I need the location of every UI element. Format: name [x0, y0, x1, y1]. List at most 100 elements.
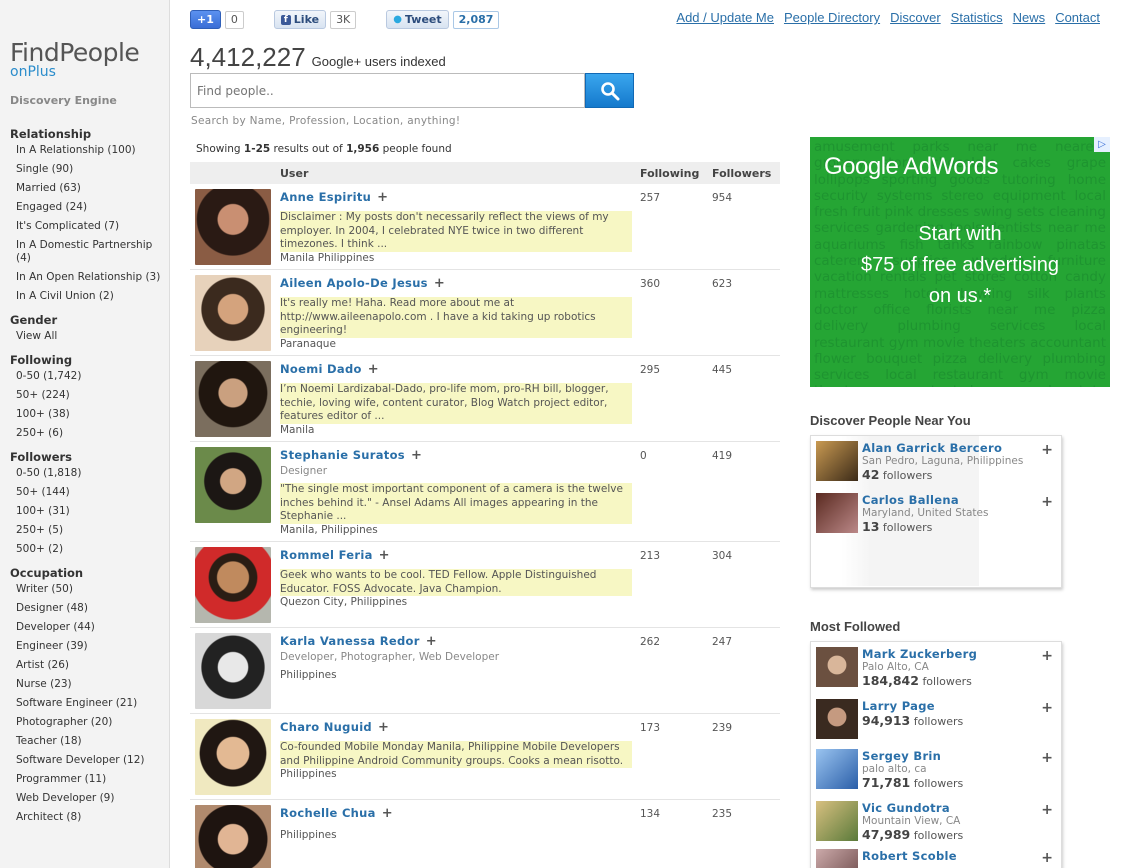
following-count: 262: [640, 636, 661, 648]
facet-link[interactable]: Single (90): [10, 163, 169, 176]
person-thumb[interactable]: [816, 801, 858, 841]
search-button[interactable]: [585, 73, 634, 108]
gplus-icon[interactable]: +1: [190, 10, 221, 29]
user-name-link[interactable]: Karla Vanessa Redor: [280, 634, 420, 648]
facet-link[interactable]: Artist (26): [10, 659, 169, 672]
facet-link[interactable]: Programmer (11): [10, 773, 169, 786]
facet-link[interactable]: Married (63): [10, 182, 169, 195]
plus-icon[interactable]: +: [1041, 442, 1053, 458]
person-thumb[interactable]: [816, 441, 858, 481]
nav-link[interactable]: Contact: [1055, 10, 1100, 25]
user-name-link[interactable]: Charo Nuguid: [280, 720, 372, 734]
facet-link[interactable]: 0-50 (1,818): [10, 467, 169, 480]
person-name-link[interactable]: Sergey Brin: [862, 749, 963, 763]
plus-icon[interactable]: +: [1041, 802, 1053, 818]
nav-link[interactable]: Statistics: [951, 10, 1003, 25]
facet-link[interactable]: Photographer (20): [10, 716, 169, 729]
facet-link[interactable]: Nurse (23): [10, 678, 169, 691]
avatar[interactable]: [195, 633, 271, 709]
person-name-link[interactable]: Larry Page: [862, 699, 963, 713]
user-location: Paranaque: [280, 337, 336, 350]
facet-link[interactable]: 500+ (2): [10, 543, 169, 556]
avatar[interactable]: [195, 547, 271, 623]
facet-link[interactable]: 100+ (31): [10, 505, 169, 518]
facet-link[interactable]: 250+ (6): [10, 427, 169, 440]
header-followers[interactable]: Followers: [712, 167, 771, 180]
person-name-link[interactable]: Mark Zuckerberg: [862, 647, 977, 661]
person-name-link[interactable]: Carlos Ballena: [862, 493, 988, 507]
plus-icon[interactable]: +: [1041, 850, 1053, 866]
nav-link[interactable]: Add / Update Me: [676, 10, 774, 25]
plus-icon[interactable]: +: [1041, 648, 1053, 664]
user-name-link[interactable]: Anne Espiritu: [280, 190, 371, 204]
twitter-share[interactable]: ● Tweet 2,087: [386, 10, 500, 29]
facebook-like-button[interactable]: f Like: [273, 10, 327, 29]
avatar[interactable]: [195, 447, 271, 523]
person-name-link[interactable]: Vic Gundotra: [862, 801, 963, 815]
logo[interactable]: FindPeople onPlus: [10, 40, 169, 81]
header-following[interactable]: Following: [640, 167, 712, 180]
plus-icon[interactable]: +: [377, 190, 388, 205]
plus-icon[interactable]: +: [411, 448, 422, 463]
facet-link[interactable]: 50+ (144): [10, 486, 169, 499]
gplus-count: 0: [224, 10, 244, 29]
search-input[interactable]: [190, 73, 585, 108]
plus-icon[interactable]: +: [1041, 494, 1053, 510]
search-hint: Search by Name, Profession, Location, an…: [191, 115, 461, 127]
adchoices-icon[interactable]: ▷: [1094, 137, 1110, 152]
person-thumb[interactable]: [816, 647, 858, 687]
plus-icon[interactable]: +: [379, 548, 390, 563]
facebook-share[interactable]: f Like 3K: [273, 10, 357, 29]
avatar[interactable]: [195, 719, 271, 795]
facet-link[interactable]: 50+ (224): [10, 389, 169, 402]
nav-link[interactable]: News: [1013, 10, 1046, 25]
person-name-link[interactable]: Alan Garrick Bercero: [862, 441, 1023, 455]
plus-icon[interactable]: +: [382, 806, 393, 821]
avatar[interactable]: [195, 189, 271, 265]
user-name-link[interactable]: Rochelle Chua: [280, 806, 376, 820]
plus-icon[interactable]: +: [378, 720, 389, 735]
facet-link[interactable]: Software Engineer (21): [10, 697, 169, 710]
facet-link[interactable]: Writer (50): [10, 583, 169, 596]
person-thumb[interactable]: [816, 699, 858, 739]
tweet-button[interactable]: ● Tweet: [386, 10, 449, 29]
facet-link[interactable]: Teacher (18): [10, 735, 169, 748]
facet-link[interactable]: Web Developer (9): [10, 792, 169, 805]
facet-link[interactable]: 0-50 (1,742): [10, 370, 169, 383]
avatar[interactable]: [195, 361, 271, 437]
person-thumb[interactable]: [816, 493, 858, 533]
avatar[interactable]: [195, 275, 271, 351]
user-name-link[interactable]: Rommel Feria: [280, 548, 373, 562]
nav-link[interactable]: Discover: [890, 10, 941, 25]
facet-link[interactable]: Developer (44): [10, 621, 169, 634]
plus-icon[interactable]: +: [368, 362, 379, 377]
facet-link[interactable]: Architect (8): [10, 811, 169, 824]
plus-icon[interactable]: +: [1041, 700, 1053, 716]
plus-icon[interactable]: +: [426, 634, 437, 649]
facet-link[interactable]: 100+ (38): [10, 408, 169, 421]
facet-link[interactable]: It's Complicated (7): [10, 220, 169, 233]
facet-link[interactable]: 250+ (5): [10, 524, 169, 537]
nav-link[interactable]: People Directory: [784, 10, 880, 25]
facet-link[interactable]: Engineer (39): [10, 640, 169, 653]
facet-link[interactable]: Designer (48): [10, 602, 169, 615]
facet-link[interactable]: Engaged (24): [10, 201, 169, 214]
facet-link[interactable]: In A Civil Union (2): [10, 290, 169, 303]
plus-icon[interactable]: +: [434, 276, 445, 291]
facet-link[interactable]: Software Developer (12): [10, 754, 169, 767]
person-name-link[interactable]: Robert Scoble: [862, 849, 957, 863]
user-name-link[interactable]: Noemi Dado: [280, 362, 362, 376]
facet-link[interactable]: In An Open Relationship (3): [10, 271, 169, 284]
plus-icon[interactable]: +: [1041, 750, 1053, 766]
facet-link[interactable]: In A Relationship (100): [10, 144, 169, 157]
person-thumb[interactable]: [816, 849, 858, 868]
person-thumb[interactable]: [816, 749, 858, 789]
facet-link[interactable]: In A Domestic Partnership (4): [10, 239, 169, 265]
user-name-link[interactable]: Aileen Apolo-De Jesus: [280, 276, 428, 290]
facet-link[interactable]: View All: [10, 330, 169, 343]
user-name-link[interactable]: Stephanie Suratos: [280, 448, 405, 462]
adwords-banner[interactable]: amusement parks near me nearest grocery …: [810, 137, 1110, 387]
gplus-share[interactable]: +1 0: [190, 10, 244, 29]
person-followers: 42 followers: [862, 467, 1023, 482]
avatar[interactable]: [195, 805, 271, 868]
